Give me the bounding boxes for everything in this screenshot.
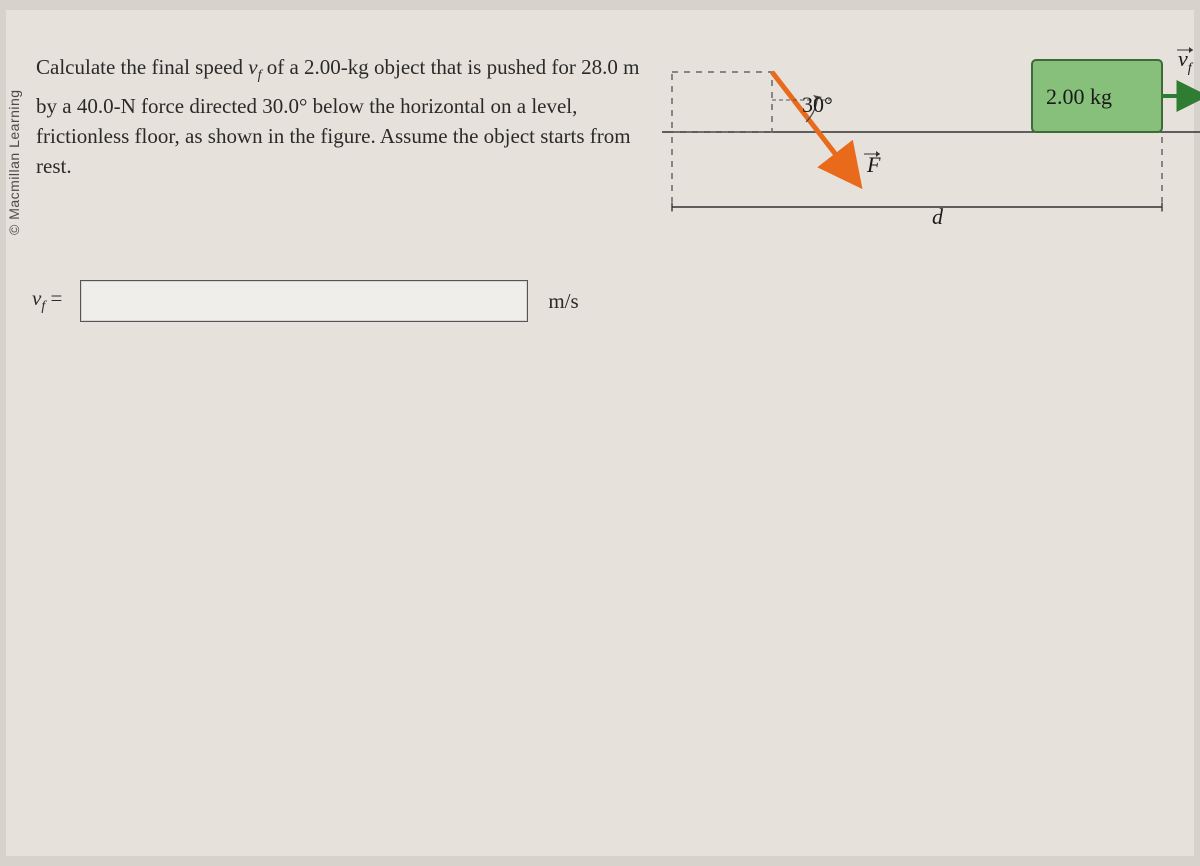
content-panel: © Macmillan Learning Calculate the final…	[6, 10, 1194, 856]
distance-label: d	[932, 204, 944, 229]
mass-label: 2.00 kg	[1046, 84, 1112, 109]
question-var-v: v	[248, 55, 257, 79]
force-label: F	[866, 152, 881, 177]
answer-equals: =	[45, 286, 62, 310]
angle-label: 30°	[802, 92, 833, 117]
physics-diagram: 2.00 kg vf	[662, 42, 1200, 242]
question-seg1: Calculate the final speed	[36, 55, 248, 79]
answer-var-v: v	[32, 286, 41, 310]
answer-row: vf = m/s	[32, 280, 579, 322]
answer-input[interactable]	[80, 280, 528, 322]
question-text: Calculate the final speed vf of a 2.00-k…	[36, 52, 656, 181]
answer-label: vf =	[32, 286, 62, 315]
copyright-text: © Macmillan Learning	[6, 89, 22, 235]
answer-units: m/s	[548, 289, 578, 314]
